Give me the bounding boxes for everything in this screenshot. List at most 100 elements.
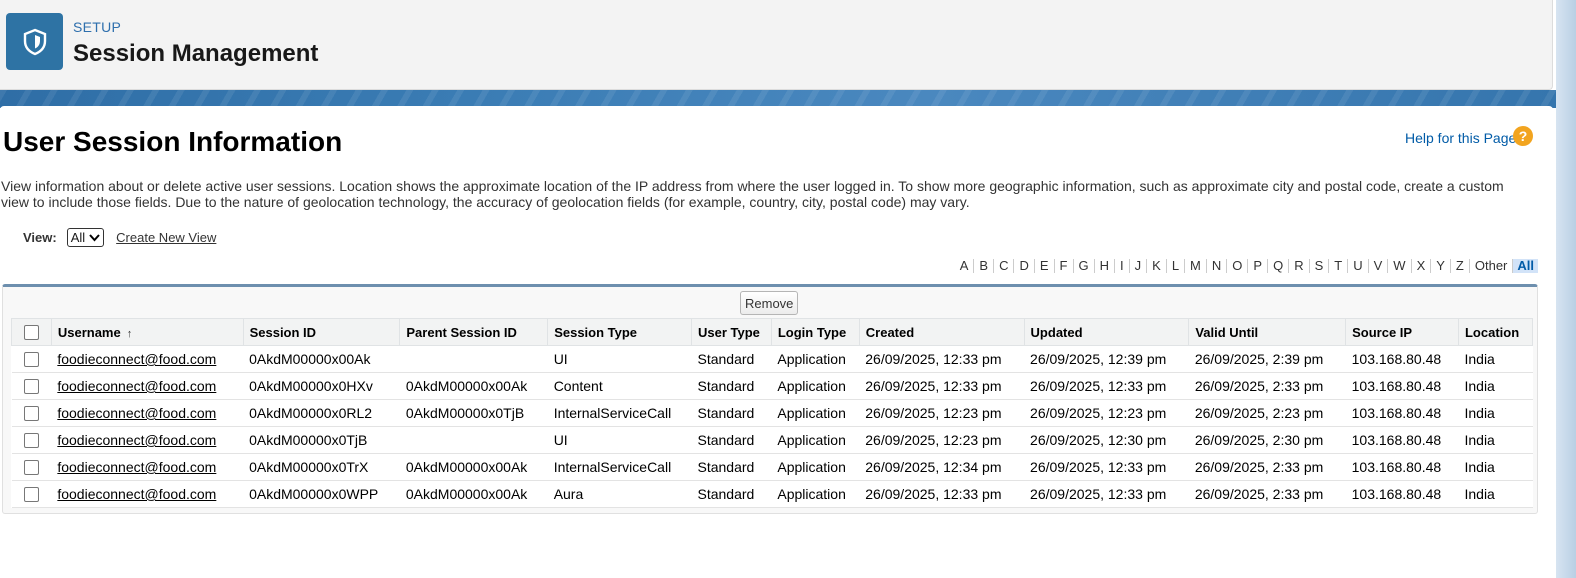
column-header-user-type[interactable]: User Type	[691, 318, 772, 346]
username-link[interactable]: foodieconnect@food.com	[57, 432, 216, 448]
row-select-cell	[11, 372, 52, 400]
alpha-filter-p[interactable]: P	[1248, 259, 1269, 273]
cell-created: 26/09/2025, 12:33 pm	[859, 372, 1025, 400]
alpha-filter-f[interactable]: F	[1055, 259, 1074, 273]
column-header-location[interactable]: Location	[1457, 318, 1534, 346]
row-checkbox[interactable]	[23, 460, 39, 476]
scrollbar[interactable]	[1556, 0, 1576, 578]
cell-created: 26/09/2025, 12:23 pm	[859, 399, 1025, 427]
help-icon[interactable]: ?	[1513, 126, 1533, 146]
cell-valid-until: 26/09/2025, 2:23 pm	[1188, 399, 1346, 427]
alpha-filter-s[interactable]: S	[1310, 259, 1330, 273]
column-header-updated[interactable]: Updated	[1023, 318, 1190, 346]
column-header-session-id[interactable]: Session ID	[242, 318, 401, 346]
cell-location: India	[1458, 345, 1533, 373]
column-header-label: Location	[1464, 324, 1520, 340]
username-link[interactable]: foodieconnect@food.com	[57, 486, 216, 502]
column-header-username[interactable]: Username ↑	[50, 318, 244, 346]
row-checkbox[interactable]	[23, 379, 39, 395]
alpha-filter-all[interactable]: All	[1513, 259, 1538, 273]
table-row: foodieconnect@food.com 0AkdM00000x0WPP 0Ak…	[11, 480, 1533, 508]
cell-user-type: Standard	[691, 426, 772, 454]
alpha-filter-w[interactable]: W	[1388, 259, 1412, 273]
help-link[interactable]: Help for this Page	[1405, 130, 1516, 146]
alpha-filter-r[interactable]: R	[1289, 259, 1310, 273]
alpha-filter-c[interactable]: C	[994, 259, 1015, 273]
alpha-filter-other[interactable]: Other	[1470, 259, 1514, 273]
column-header-source-ip[interactable]: Source IP	[1345, 318, 1459, 346]
row-checkbox[interactable]	[23, 406, 39, 422]
column-header-valid-until[interactable]: Valid Until	[1188, 318, 1347, 346]
cell-updated: 26/09/2025, 12:33 pm	[1024, 480, 1189, 508]
cell-updated: 26/09/2025, 12:23 pm	[1024, 399, 1189, 427]
alpha-filter-l[interactable]: L	[1167, 259, 1186, 273]
shield-icon	[6, 13, 63, 70]
row-checkbox[interactable]	[23, 487, 39, 503]
table-row: foodieconnect@food.com 0AkdM00000x0TjB UI S…	[11, 426, 1533, 454]
alpha-filter-i[interactable]: I	[1115, 259, 1130, 273]
cell-session-type: InternalServiceCall	[547, 399, 692, 427]
alpha-filter-h[interactable]: H	[1095, 259, 1116, 273]
alpha-filter-e[interactable]: E	[1035, 259, 1055, 273]
view-select[interactable]: All	[66, 228, 105, 247]
alpha-filter-v[interactable]: V	[1369, 259, 1389, 273]
column-header-login-type[interactable]: Login Type	[770, 318, 860, 346]
cell-source-ip: 103.168.80.48	[1345, 345, 1459, 373]
column-header-session-type[interactable]: Session Type	[547, 318, 692, 346]
alpha-filter-m[interactable]: M	[1185, 259, 1207, 273]
sort-ascending-icon: ↑	[126, 327, 133, 340]
cell-parent-session-id: 0AkdM00000x00Ak	[399, 453, 548, 481]
setup-header: SETUP Session Management	[0, 0, 1553, 90]
column-header-label: Updated	[1030, 324, 1083, 340]
alpha-filter-x[interactable]: X	[1412, 259, 1432, 273]
alpha-filter-u[interactable]: U	[1348, 259, 1369, 273]
alpha-filter-d[interactable]: D	[1014, 259, 1035, 273]
page-title: User Session Information	[3, 126, 343, 157]
cell-location: India	[1458, 480, 1533, 508]
alpha-filter-k[interactable]: K	[1147, 259, 1167, 273]
column-header-created[interactable]: Created	[858, 318, 1025, 346]
cell-parent-session-id: 0AkdM00000x00Ak	[399, 372, 548, 400]
alpha-filter-n[interactable]: N	[1207, 259, 1228, 273]
cell-username: foodieconnect@food.com	[51, 399, 244, 427]
cell-user-type: Standard	[691, 480, 772, 508]
row-checkbox[interactable]	[23, 433, 39, 449]
column-header-label: Username	[57, 324, 121, 340]
sessions-table: Username ↑ Session ID Parent Session ID Sess…	[11, 318, 1534, 508]
cell-created: 26/09/2025, 12:34 pm	[859, 453, 1025, 481]
cell-session-type: InternalServiceCall	[547, 453, 692, 481]
alpha-filter-z[interactable]: Z	[1451, 259, 1470, 273]
cell-session-id: 0AkdM00000x0HXv	[243, 372, 400, 400]
select-all-header	[11, 318, 52, 346]
username-link[interactable]: foodieconnect@food.com	[57, 405, 216, 421]
username-link[interactable]: foodieconnect@food.com	[57, 351, 216, 367]
cell-parent-session-id	[399, 345, 548, 373]
alpha-filter-a[interactable]: A	[955, 259, 975, 273]
remove-button[interactable]: Remove	[740, 291, 799, 315]
column-header-parent-session-id[interactable]: Parent Session ID	[399, 318, 549, 346]
alpha-filter-o[interactable]: O	[1227, 259, 1249, 273]
row-checkbox[interactable]	[23, 352, 39, 368]
alpha-filter-b[interactable]: B	[974, 259, 995, 273]
cell-login-type: Application	[771, 453, 860, 481]
cell-user-type: Standard	[691, 345, 772, 373]
alpha-filter-g[interactable]: G	[1074, 259, 1095, 273]
username-link[interactable]: foodieconnect@food.com	[57, 459, 216, 475]
cell-username: foodieconnect@food.com	[51, 372, 244, 400]
username-link[interactable]: foodieconnect@food.com	[57, 378, 216, 394]
alpha-filter-j[interactable]: J	[1130, 259, 1148, 273]
cell-user-type: Standard	[691, 399, 772, 427]
cell-username: foodieconnect@food.com	[51, 345, 244, 373]
cell-valid-until: 26/09/2025, 2:33 pm	[1188, 480, 1346, 508]
alpha-filter-q[interactable]: Q	[1268, 259, 1290, 273]
cell-location: India	[1458, 399, 1533, 427]
create-new-view-link[interactable]: Create New View	[116, 230, 216, 245]
cell-session-type: Aura	[547, 480, 692, 508]
cell-valid-until: 26/09/2025, 2:33 pm	[1188, 453, 1346, 481]
alpha-filter-y[interactable]: Y	[1431, 259, 1451, 273]
table-row: foodieconnect@food.com 0AkdM00000x0HXv 0Ak…	[11, 372, 1533, 400]
select-all-checkbox[interactable]	[23, 325, 39, 341]
cell-updated: 26/09/2025, 12:30 pm	[1024, 426, 1189, 454]
alpha-filter-t[interactable]: T	[1329, 259, 1349, 273]
alpha-filter: A B C D E F G H I J K L M N O P Q R S T U V W X Y Z Other All	[955, 259, 1538, 273]
